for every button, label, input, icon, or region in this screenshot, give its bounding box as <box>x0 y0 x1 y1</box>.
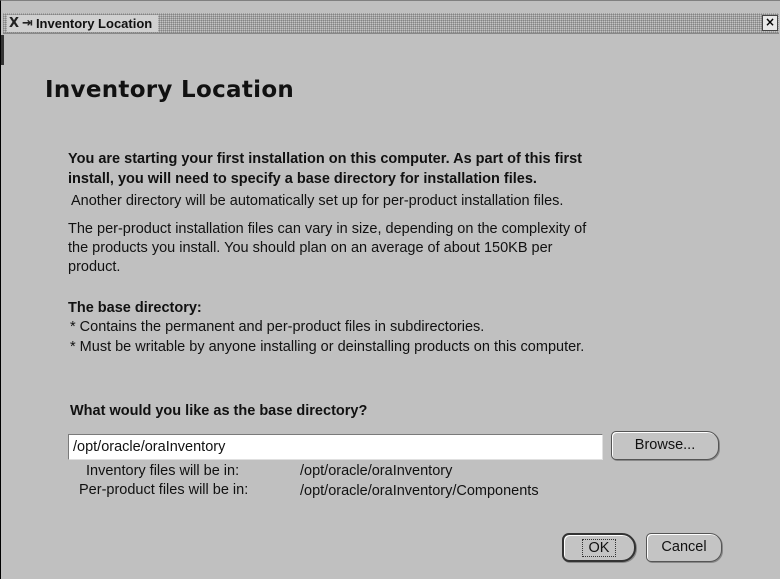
per-product-files-label: Per-product files will be in: <box>79 482 249 498</box>
base-dir-bullet-2: * Must be writable by anyone installing … <box>70 339 585 355</box>
intro-bold-line-2: install, you will need to specify a base… <box>68 171 537 187</box>
base-dir-heading: The base directory: <box>68 300 202 316</box>
installer-window: X ⇥ Inventory Location × Inventory Locat… <box>0 0 780 579</box>
size-paragraph-line-3: product. <box>68 259 121 275</box>
close-icon[interactable]: × <box>762 15 778 31</box>
x-window-icon[interactable]: X <box>9 16 19 31</box>
base-directory-input[interactable] <box>68 434 603 460</box>
size-paragraph-line-1: The per-product installation files can v… <box>68 221 587 237</box>
browse-button[interactable]: Browse... <box>611 431 719 460</box>
base-dir-bullet-1: * Contains the permanent and per-product… <box>70 319 485 335</box>
inventory-files-value: /opt/oracle/oraInventory <box>300 463 453 479</box>
title-bar[interactable]: X ⇥ Inventory Location × <box>3 13 779 34</box>
per-product-files-value: /opt/oracle/oraInventory/Components <box>300 483 539 499</box>
window-title: Inventory Location <box>35 16 153 31</box>
intro-bold-line-1: You are starting your first installation… <box>68 151 583 167</box>
ok-button-label: OK <box>582 539 616 557</box>
size-paragraph-line-2: the products you install. You should pla… <box>68 240 553 256</box>
ok-button[interactable]: OK <box>562 533 636 562</box>
page-title: Inventory Location <box>45 77 295 103</box>
resize-arrows-icon: ⇥ <box>22 16 33 31</box>
base-dir-question: What would you like as the base director… <box>70 403 368 419</box>
cancel-button[interactable]: Cancel <box>646 533 722 562</box>
intro-line-3: Another directory will be automatically … <box>71 193 564 209</box>
inventory-files-label: Inventory files will be in: <box>86 463 240 479</box>
title-label: X ⇥ Inventory Location <box>7 15 159 32</box>
window-edge-marker <box>1 35 4 65</box>
